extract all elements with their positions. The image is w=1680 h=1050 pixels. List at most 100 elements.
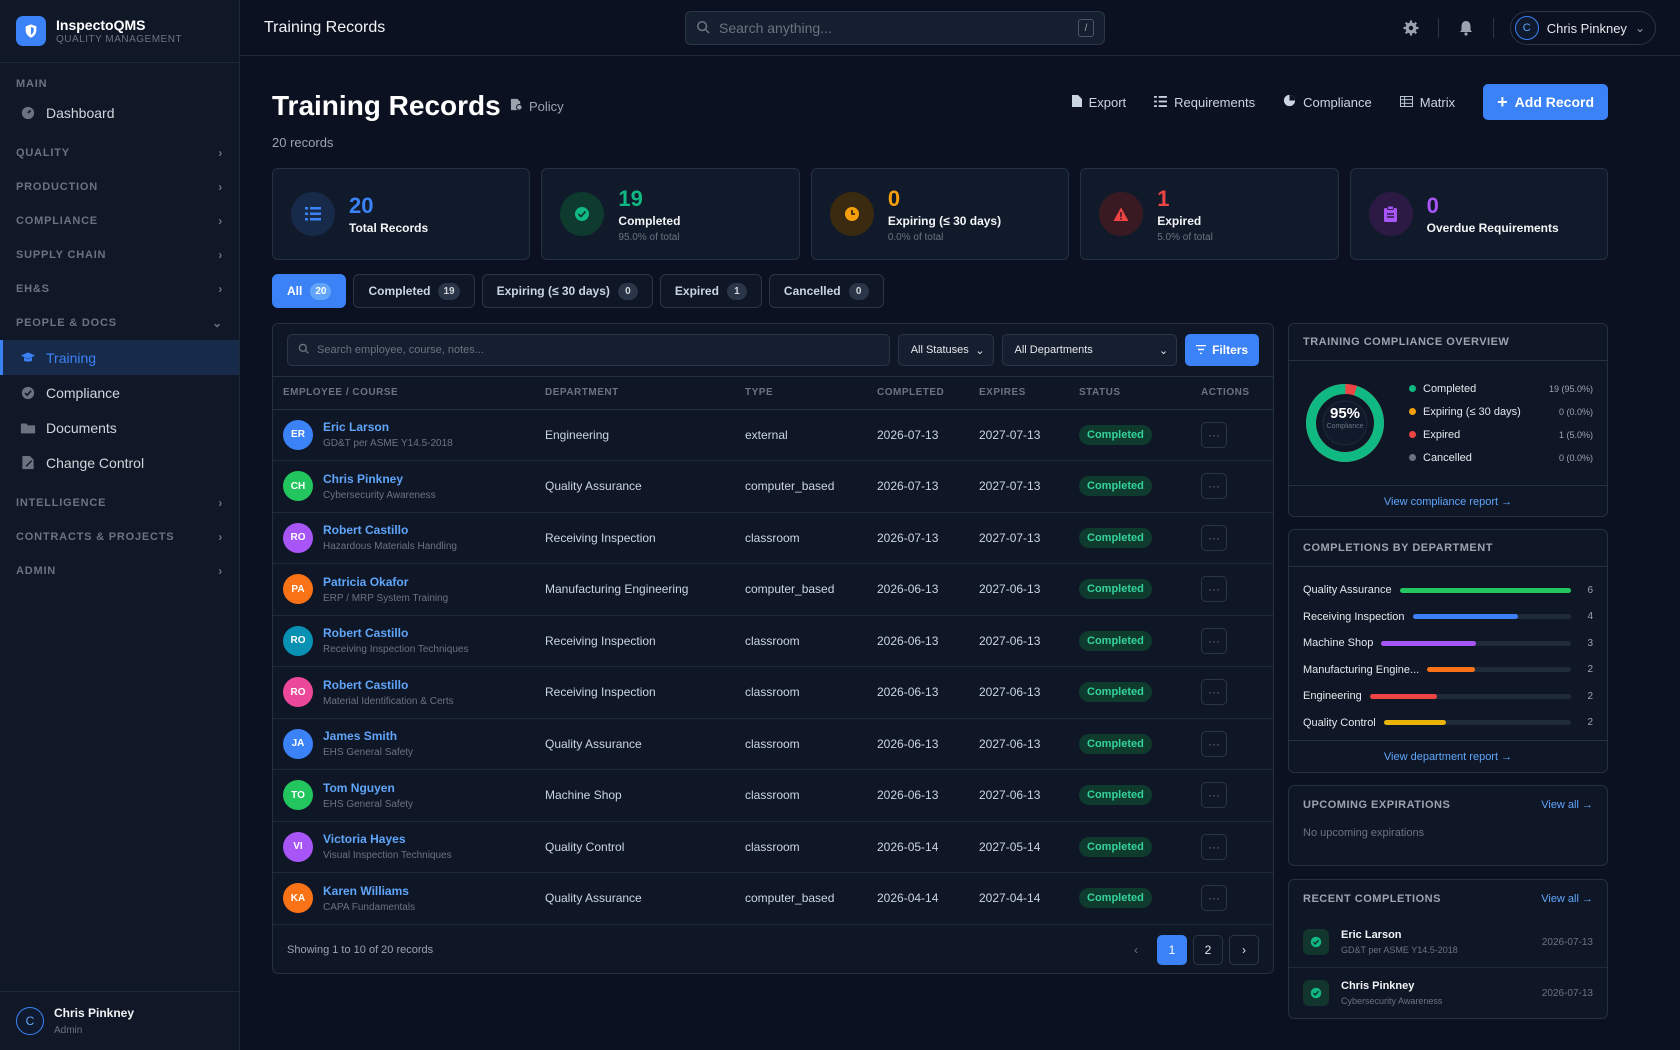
table-row[interactable]: RO Robert Castillo Material Identificati… <box>273 666 1273 719</box>
nav-section-ehs[interactable]: EH&S › <box>0 272 239 306</box>
employee-name-link[interactable]: Patricia Okafor <box>323 575 448 589</box>
employee-name-link[interactable]: Karen Williams <box>323 884 415 898</box>
more-actions-button[interactable]: ··· <box>1201 627 1227 654</box>
column-header[interactable]: TYPE <box>735 377 867 410</box>
nav-section-supply-chain[interactable]: SUPPLY CHAIN › <box>0 238 239 272</box>
column-header[interactable]: DEPARTMENT <box>535 377 735 410</box>
more-actions-button[interactable]: ··· <box>1201 833 1227 860</box>
tab-completed[interactable]: Completed 19 <box>353 274 475 308</box>
nav-section-compliance[interactable]: COMPLIANCE › <box>0 204 239 238</box>
more-actions-button[interactable]: ··· <box>1201 576 1227 603</box>
table-row[interactable]: TO Tom Nguyen EHS General Safety Machine… <box>273 769 1273 822</box>
card-title: TRAINING COMPLIANCE OVERVIEW <box>1303 336 1510 348</box>
employee-name-link[interactable]: Tom Nguyen <box>323 781 413 795</box>
table-row[interactable]: PA Patricia Okafor ERP / MRP System Trai… <box>273 563 1273 616</box>
column-header[interactable]: COMPLETED <box>867 377 969 410</box>
tab-expired[interactable]: Expired 1 <box>659 274 762 308</box>
table-row[interactable]: ER Eric Larson GD&T per ASME Y14.5-2018 … <box>273 409 1273 461</box>
record-count: 20 records <box>272 135 334 150</box>
actions-cell: ··· <box>1191 769 1273 822</box>
add-record-button[interactable]: + Add Record <box>1483 84 1608 120</box>
status-select[interactable]: All Statuses ⌄ <box>897 334 994 366</box>
stat-overdue[interactable]: 0 Overdue Requirements <box>1349 168 1609 260</box>
stat-value: 1 <box>1157 185 1170 211</box>
column-header[interactable]: STATUS <box>1069 377 1191 410</box>
column-header[interactable]: EMPLOYEE / COURSE <box>273 377 535 410</box>
prev-page-button[interactable]: ‹ <box>1121 935 1151 965</box>
more-actions-button[interactable]: ··· <box>1201 473 1227 500</box>
table-row[interactable]: KA Karen Williams CAPA Fundamentals Qual… <box>273 872 1273 925</box>
stat-completed[interactable]: 19 Completed 95.0% of total <box>541 168 800 260</box>
brand[interactable]: InspectoQMS QUALITY MANAGEMENT <box>0 0 239 63</box>
more-actions-button[interactable]: ··· <box>1201 679 1227 706</box>
department-row[interactable]: Quality Control 2 <box>1289 710 1607 737</box>
completed-date: 2026-04-14 <box>867 872 969 925</box>
legend-label: Completed <box>1423 382 1477 395</box>
tab-expiring[interactable]: Expiring (≤ 30 days) 0 <box>481 274 653 308</box>
filters-button[interactable]: Filters <box>1185 334 1259 366</box>
more-actions-button[interactable]: ··· <box>1201 782 1227 809</box>
stat-expired[interactable]: 1 Expired 5.0% of total <box>1080 168 1339 260</box>
more-actions-button[interactable]: ··· <box>1201 421 1227 448</box>
department-row[interactable]: Machine Shop 3 <box>1289 630 1607 657</box>
table-row[interactable]: JA James Smith EHS General Safety Qualit… <box>273 718 1273 770</box>
department-row[interactable]: Quality Assurance 6 <box>1289 577 1607 604</box>
employee-name-link[interactable]: Victoria Hayes <box>323 832 452 846</box>
employee-name-link[interactable]: James Smith <box>323 729 413 743</box>
recent-completion-item[interactable]: Chris Pinkney Cybersecurity Awareness 20… <box>1289 968 1607 1018</box>
table-row[interactable]: VI Victoria Hayes Visual Inspection Tech… <box>273 821 1273 873</box>
global-search-input[interactable]: Search anything... / <box>685 11 1105 45</box>
nav-section-intelligence[interactable]: INTELLIGENCE › <box>0 486 239 520</box>
stat-total[interactable]: 20 Total Records <box>272 168 531 260</box>
export-button[interactable]: Export <box>1071 94 1126 110</box>
table-row[interactable]: RO Robert Castillo Hazardous Materials H… <box>273 512 1273 564</box>
department-row[interactable]: Receiving Inspection 4 <box>1289 604 1607 631</box>
bell-icon[interactable] <box>1455 17 1477 39</box>
more-actions-button[interactable]: ··· <box>1201 524 1227 551</box>
nav-section-quality[interactable]: QUALITY › <box>0 136 239 170</box>
nav-section-admin[interactable]: ADMIN › <box>0 554 239 588</box>
sidebar-item-dashboard[interactable]: Dashboard <box>0 95 239 130</box>
more-actions-button[interactable]: ··· <box>1201 730 1227 757</box>
department-row[interactable]: Engineering 2 <box>1289 683 1607 710</box>
nav-section-people-docs[interactable]: PEOPLE & DOCS ⌄ <box>0 306 239 340</box>
sidebar-item-training[interactable]: Training <box>0 340 239 375</box>
page-button[interactable]: 1 <box>1157 934 1187 965</box>
table-search-input[interactable]: Search employee, course, notes... <box>287 334 890 366</box>
sidebar-user[interactable]: C Chris Pinkney Admin <box>0 991 239 1050</box>
tab-cancelled[interactable]: Cancelled 0 <box>768 274 884 308</box>
employee-name-link[interactable]: Robert Castillo <box>323 678 454 692</box>
actions-cell: ··· <box>1191 821 1273 873</box>
sidebar-item-change-control[interactable]: Change Control <box>0 445 239 480</box>
user-menu-button[interactable]: C Chris Pinkney ⌄ <box>1509 11 1656 45</box>
stat-expiring[interactable]: 0 Expiring (≤ 30 days) 0.0% of total <box>810 168 1070 260</box>
sidebar-item-compliance[interactable]: Compliance <box>0 375 239 410</box>
employee-name-link[interactable]: Robert Castillo <box>323 523 457 537</box>
department-row[interactable]: Manufacturing Engine... 2 <box>1289 657 1607 684</box>
requirements-label: Requirements <box>1174 94 1256 110</box>
sidebar-item-documents[interactable]: Documents <box>0 410 239 445</box>
page-button[interactable]: 2 <box>1193 934 1223 965</box>
view-all-link[interactable]: View all → <box>1541 893 1593 905</box>
employee-name-link[interactable]: Chris Pinkney <box>323 472 436 486</box>
policy-link[interactable]: Policy <box>510 98 564 114</box>
next-page-button[interactable]: › <box>1229 934 1259 965</box>
tab-all[interactable]: All 20 <box>272 274 347 308</box>
requirements-button[interactable]: Requirements <box>1154 95 1255 110</box>
nav-section-production[interactable]: PRODUCTION › <box>0 170 239 204</box>
nav-section-contracts[interactable]: CONTRACTS & PROJECTS › <box>0 520 239 554</box>
recent-completion-item[interactable]: Eric Larson GD&T per ASME Y14.5-2018 202… <box>1289 917 1607 968</box>
employee-name-link[interactable]: Eric Larson <box>323 420 453 434</box>
column-header[interactable]: EXPIRES <box>969 377 1069 410</box>
table-row[interactable]: CH Chris Pinkney Cybersecurity Awareness… <box>273 460 1273 513</box>
compliance-report-link[interactable]: View compliance report → <box>1289 485 1607 516</box>
view-all-link[interactable]: View all → <box>1541 799 1593 811</box>
compliance-button[interactable]: Compliance <box>1283 94 1372 110</box>
department-report-link[interactable]: View department report → <box>1289 740 1607 772</box>
employee-name-link[interactable]: Robert Castillo <box>323 626 468 640</box>
settings-gear-icon[interactable] <box>1400 17 1422 39</box>
matrix-button[interactable]: Matrix <box>1399 95 1455 110</box>
department-select[interactable]: All Departments ⌄ <box>1001 334 1178 366</box>
more-actions-button[interactable]: ··· <box>1201 885 1227 912</box>
table-row[interactable]: RO Robert Castillo Receiving Inspection … <box>273 615 1273 667</box>
